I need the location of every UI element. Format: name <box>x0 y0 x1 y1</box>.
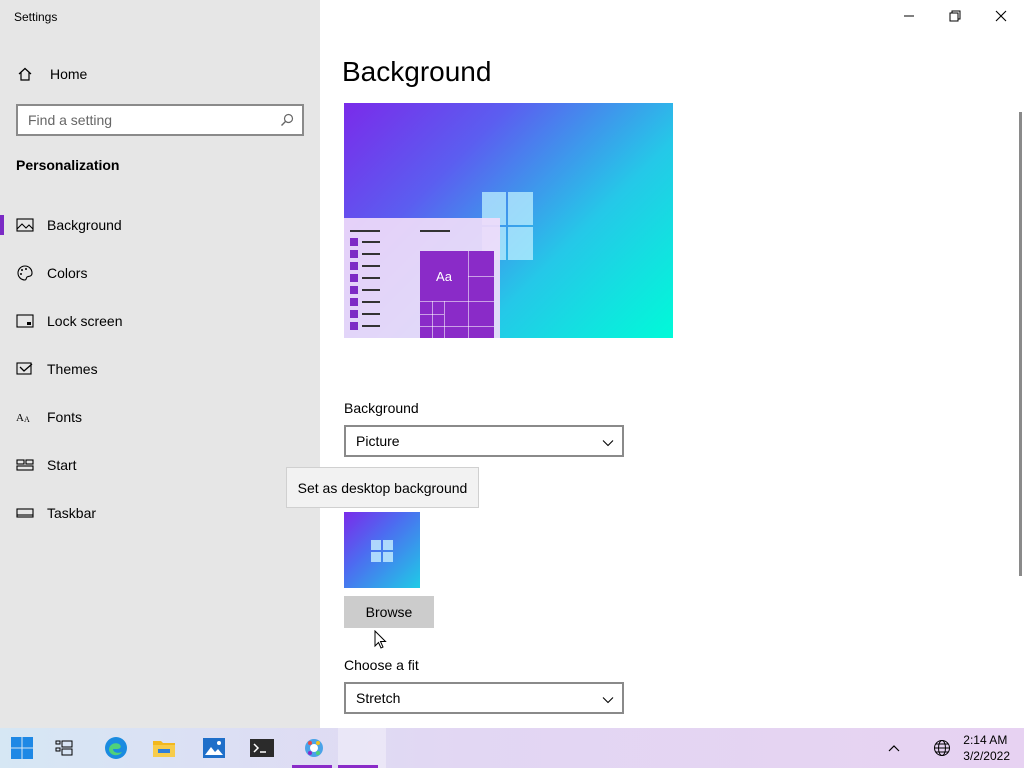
sidebar-item-label: Themes <box>47 361 98 377</box>
dropdown-value: Picture <box>356 433 400 449</box>
sidebar: Settings Home Find a setting Personaliza… <box>0 0 320 728</box>
themes-icon <box>16 360 34 378</box>
show-hidden-icons-button[interactable] <box>872 728 916 768</box>
edge-icon <box>105 737 127 759</box>
active-app-slot[interactable] <box>338 728 386 768</box>
browse-button[interactable]: Browse <box>344 596 434 628</box>
chevron-down-icon <box>602 436 614 448</box>
sidebar-item-background[interactable]: Background <box>0 205 320 245</box>
background-type-dropdown[interactable]: Picture <box>344 425 624 457</box>
fit-dropdown[interactable]: Stretch <box>344 682 624 714</box>
home-icon <box>16 66 34 82</box>
restore-icon <box>949 10 961 22</box>
palette-icon <box>16 264 34 282</box>
background-preview: Aa <box>344 103 673 338</box>
mouse-cursor-icon <box>374 630 387 649</box>
photos-icon <box>203 738 225 758</box>
fit-label: Choose a fit <box>344 657 419 673</box>
sidebar-item-taskbar[interactable]: Taskbar <box>0 493 320 533</box>
home-nav-item[interactable]: Home <box>16 63 87 85</box>
close-button[interactable] <box>978 0 1024 32</box>
sidebar-item-colors[interactable]: Colors <box>0 253 320 293</box>
fonts-icon: AA <box>16 408 34 426</box>
clock-time: 2:14 AM <box>963 733 1008 747</box>
minimize-button[interactable] <box>886 0 932 32</box>
chevron-up-icon <box>888 745 900 752</box>
search-placeholder: Find a setting <box>28 112 113 128</box>
settings-taskbar-button[interactable] <box>292 728 336 768</box>
background-label: Background <box>344 400 419 416</box>
globe-icon <box>934 740 950 756</box>
system-clock[interactable]: 2:14 AM 3/2/2022 <box>963 732 1010 764</box>
restore-button[interactable] <box>932 0 978 32</box>
sidebar-item-start[interactable]: Start <box>0 445 320 485</box>
tooltip: Set as desktop background <box>286 467 479 508</box>
photos-button[interactable] <box>192 728 236 768</box>
clock-date: 3/2/2022 <box>963 749 1010 763</box>
preview-sample-text: Aa <box>436 268 452 284</box>
settings-icon <box>305 739 323 757</box>
app-title: Settings <box>14 10 58 24</box>
sidebar-item-label: Background <box>47 217 122 233</box>
search-icon <box>280 113 294 127</box>
edge-button[interactable] <box>94 728 138 768</box>
terminal-icon <box>250 739 274 757</box>
file-explorer-button[interactable] <box>142 728 186 768</box>
recent-picture-thumbnail[interactable] <box>344 512 420 588</box>
task-view-button[interactable] <box>42 728 86 768</box>
lock-screen-icon <box>16 312 34 330</box>
preview-tiles: Aa <box>420 251 494 338</box>
taskbar: 2:14 AM 3/2/2022 <box>0 728 1024 768</box>
search-input[interactable]: Find a setting <box>16 104 304 136</box>
windows-logo-thumbnail <box>371 540 393 562</box>
windows-start-icon <box>11 737 33 759</box>
close-icon <box>995 10 1007 22</box>
home-label: Home <box>50 66 88 82</box>
network-button[interactable] <box>920 728 964 768</box>
taskbar-icon <box>16 504 34 522</box>
sidebar-item-label: Fonts <box>47 409 83 425</box>
section-title: Personalization <box>16 157 120 173</box>
sidebar-item-label: Lock screen <box>47 313 123 329</box>
sidebar-item-lock-screen[interactable]: Lock screen <box>0 301 320 341</box>
start-button[interactable] <box>0 728 44 768</box>
sidebar-item-label: Taskbar <box>47 505 97 521</box>
minimize-icon <box>904 15 914 17</box>
sidebar-item-label: Start <box>47 457 77 473</box>
terminal-button[interactable] <box>240 728 284 768</box>
dropdown-value: Stretch <box>356 690 401 706</box>
sidebar-item-themes[interactable]: Themes <box>0 349 320 389</box>
sidebar-item-fonts[interactable]: AA Fonts <box>0 397 320 437</box>
scrollbar[interactable] <box>1019 112 1022 576</box>
page-title: Background <box>342 56 492 87</box>
file-explorer-icon <box>153 741 175 757</box>
chevron-down-icon <box>602 693 614 705</box>
picture-icon <box>16 216 34 234</box>
start-icon <box>16 456 34 474</box>
sidebar-item-label: Colors <box>47 265 88 281</box>
svg-text:A: A <box>16 412 24 424</box>
task-view-icon <box>55 740 73 756</box>
svg-text:A: A <box>24 415 30 424</box>
